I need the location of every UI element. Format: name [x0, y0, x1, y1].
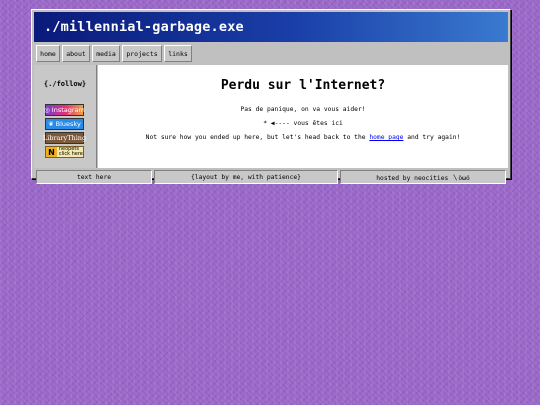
- librarything-badge[interactable]: LibraryThing: [42, 132, 87, 144]
- reassure-text: Pas de panique, on va vous aider!: [240, 106, 366, 113]
- footer-left: text here: [36, 170, 152, 184]
- page-title: Perdu sur l'Internet?: [220, 78, 386, 93]
- neopets-cta: click here: [58, 151, 83, 157]
- nav-home[interactable]: home: [36, 45, 60, 62]
- main-panel: Perdu sur l'Internet? Pas de panique, on…: [98, 65, 508, 168]
- nav-projects[interactable]: projects: [122, 45, 162, 62]
- sidebar: {./follow} ◎ Instagram ❦ Bluesky Library…: [34, 65, 97, 168]
- neopets-n-icon: N: [46, 147, 57, 157]
- return-line: Not sure how you ended up here, but let'…: [98, 134, 508, 141]
- instagram-badge[interactable]: ◎ Instagram: [44, 104, 85, 116]
- main-window: ./millennial-garbage.exe home about medi…: [31, 9, 511, 184]
- you-are-here-text: ◀---- vous êtes ici: [270, 120, 343, 127]
- window-title: ./millennial-garbage.exe: [34, 12, 508, 42]
- footer-hosting: hosted by neocities 〵òωó: [340, 170, 506, 184]
- footer-credit: {layout by me, with patience}: [154, 170, 338, 184]
- content-area: {./follow} ◎ Instagram ❦ Bluesky Library…: [34, 65, 508, 168]
- instagram-icon: ◎: [44, 106, 50, 114]
- nav-bar: home about media projects links: [34, 44, 508, 63]
- footer: text here {layout by me, with patience} …: [34, 169, 508, 185]
- librarything-label: LibraryThing: [42, 134, 87, 142]
- butterfly-icon: ❦: [48, 120, 54, 128]
- return-text-after: and try again!: [403, 134, 461, 141]
- nav-links[interactable]: links: [164, 45, 192, 62]
- nav-media[interactable]: media: [92, 45, 120, 62]
- bluesky-label: Bluesky: [55, 120, 81, 128]
- here-marker: *: [263, 120, 267, 127]
- instagram-label: Instagram: [51, 106, 85, 114]
- bluesky-badge[interactable]: ❦ Bluesky: [45, 118, 84, 130]
- neopets-badge[interactable]: N neopets click here: [45, 146, 84, 158]
- return-text-before: Not sure how you ended up here, but let'…: [145, 134, 370, 141]
- follow-heading: {./follow}: [43, 80, 87, 88]
- home-page-link[interactable]: home page: [369, 134, 403, 141]
- nav-about[interactable]: about: [62, 45, 90, 62]
- you-are-here-line: * ◀---- vous êtes ici: [98, 120, 508, 127]
- neopets-text: neopets click here: [59, 147, 83, 157]
